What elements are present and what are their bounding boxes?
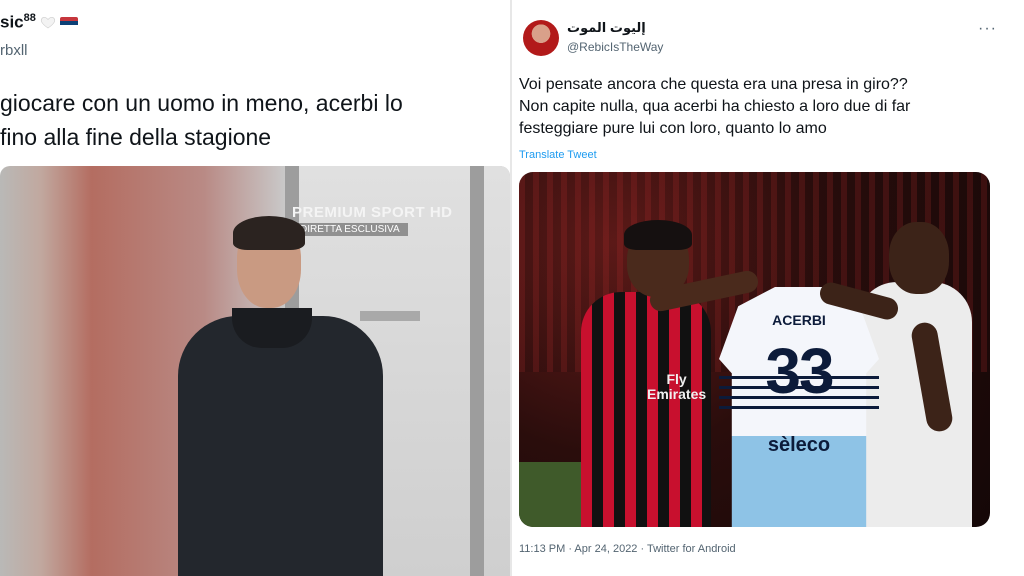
shirt-brand: sèleco xyxy=(767,434,831,456)
broadcast-watermark-sub: DIRETTA ESCLUSIVA xyxy=(292,223,408,236)
shirt-number: 33 xyxy=(765,335,834,407)
right-display-name[interactable]: إليوت الموت xyxy=(567,20,646,36)
door-handle xyxy=(360,311,420,321)
left-display-name[interactable]: sic88 xyxy=(0,12,36,33)
white-heart-icon xyxy=(40,16,56,29)
tweet-timestamp[interactable]: 11:13 PM · Apr 24, 2022 · Twitter for An… xyxy=(519,543,736,555)
person-collar xyxy=(232,308,312,348)
white-shirt-player-head xyxy=(889,222,949,294)
person-body xyxy=(178,316,383,576)
broadcast-watermark: PREMIUM SPORT HD xyxy=(292,204,453,221)
user-avatar[interactable] xyxy=(523,20,559,56)
right-handle[interactable]: @RebicIsTheWay xyxy=(567,40,663,54)
left-name-sup: 88 xyxy=(23,12,36,24)
left-tweet-photo[interactable]: PREMIUM SPORT HD DIRETTA ESCLUSIVA xyxy=(0,166,510,576)
person-hair xyxy=(233,216,305,250)
milan-player-hair xyxy=(624,220,692,250)
tweet-divider xyxy=(510,0,512,576)
translate-tweet-link[interactable]: Translate Tweet xyxy=(519,149,597,161)
shirt-name: ACERBI xyxy=(772,312,826,328)
left-name-text: sic xyxy=(0,12,24,32)
left-handle[interactable]: rbxll xyxy=(0,42,28,59)
right-tweet-text: Voi pensate ancora che questa era una pr… xyxy=(519,76,911,137)
right-tweet-photo[interactable]: Fly Emirates ACERBI 33 sèleco xyxy=(519,172,990,527)
more-options-icon[interactable]: ··· xyxy=(978,20,997,38)
milan-player-body xyxy=(581,292,711,527)
door-pillar xyxy=(470,166,484,576)
serbia-flag-icon xyxy=(60,17,78,29)
left-tweet-text: giocare con un uomo in meno, acerbi lo f… xyxy=(0,90,403,150)
left-tweet: sic88 rbxll giocare con un uomo in meno,… xyxy=(0,0,512,576)
sponsor-text: Fly Emirates xyxy=(647,371,707,402)
